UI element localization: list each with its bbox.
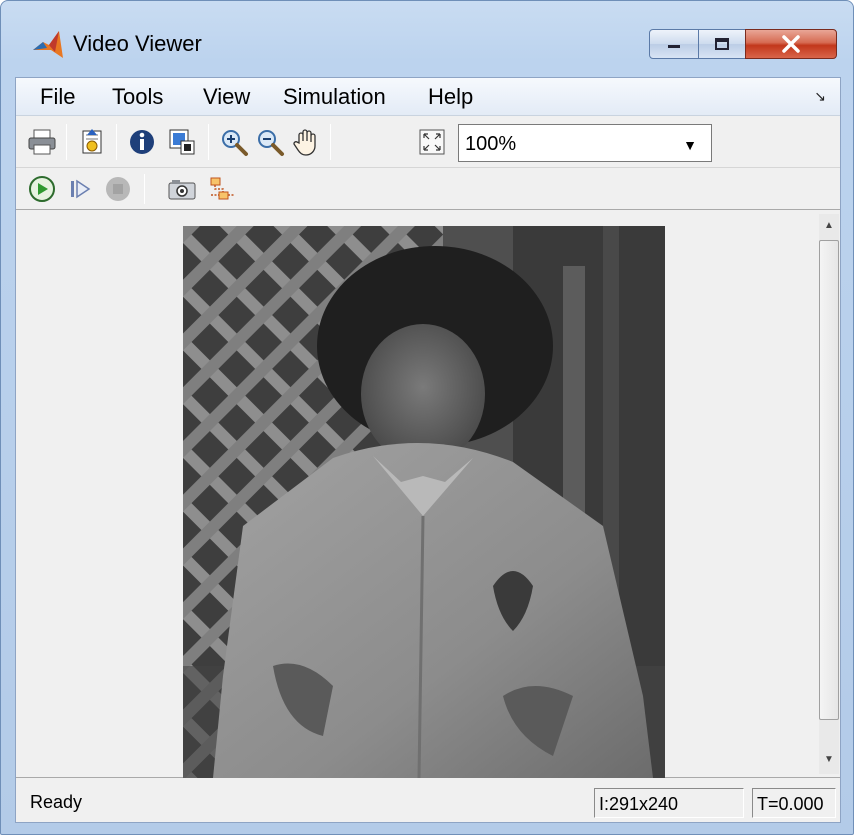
highlight-signal-button[interactable] — [206, 173, 238, 205]
window-title: Video Viewer — [73, 31, 202, 56]
minimize-icon — [668, 45, 680, 48]
status-text: Ready — [30, 792, 83, 812]
export-to-image-tool-icon — [82, 129, 102, 154]
menu-overflow-arrow-icon[interactable]: ↘ — [814, 88, 826, 105]
menu-file[interactable]: File — [36, 82, 79, 112]
start-simulation-icon — [29, 176, 55, 202]
maximize-icon — [715, 38, 729, 50]
zoom-out-button[interactable] — [254, 126, 286, 158]
stop-icon — [106, 177, 130, 201]
toolbar-separator — [208, 124, 209, 160]
image-size-field: I:291x240 — [594, 788, 744, 818]
maximize-button[interactable] — [698, 29, 746, 59]
pan-hand-icon — [293, 129, 316, 156]
zoom-out-icon — [258, 130, 284, 156]
video-frame-image[interactable] — [183, 226, 665, 778]
toolbar-separator — [116, 124, 117, 160]
toolbar-separator — [66, 124, 67, 160]
menu-bar: File Tools View Simulation Help ↘ — [16, 78, 840, 116]
menu-simulation[interactable]: Simulation — [279, 82, 390, 112]
toolbar-separator — [144, 174, 145, 204]
export-button[interactable] — [76, 126, 108, 158]
menu-tools[interactable]: Tools — [108, 82, 167, 112]
zoom-in-button[interactable] — [218, 126, 250, 158]
scroll-down-arrow-icon[interactable]: ▼ — [820, 750, 838, 768]
step-forward-icon — [71, 179, 91, 199]
toolbar-separator — [330, 124, 331, 160]
fit-to-view-button[interactable] — [416, 126, 448, 158]
pixel-region-button[interactable] — [166, 126, 198, 158]
step-forward-button[interactable] — [64, 173, 96, 205]
start-simulation-button[interactable] — [26, 173, 58, 205]
video-information-button[interactable] — [126, 126, 158, 158]
menu-view[interactable]: View — [199, 82, 254, 112]
zoom-in-icon — [222, 130, 248, 156]
main-toolbar: 100% ▼ — [16, 116, 840, 168]
video-information-icon — [130, 130, 154, 154]
video-frame-picture — [183, 226, 665, 778]
scroll-up-arrow-icon[interactable]: ▲ — [820, 216, 838, 234]
print-button[interactable] — [26, 126, 58, 158]
close-button[interactable] — [745, 29, 837, 59]
print-icon — [28, 129, 56, 155]
vertical-scrollbar[interactable]: ▲ ▼ — [819, 214, 839, 774]
stop-button[interactable] — [102, 173, 134, 205]
status-bar: Ready I:291x240 T=0.000 — [16, 778, 840, 822]
close-icon — [782, 35, 800, 53]
highlight-simulink-signal-icon — [210, 177, 234, 200]
pixel-region-icon — [169, 129, 195, 155]
video-viewer-window: Video Viewer File Tools View Simulation … — [0, 0, 854, 835]
video-display-area: ▲ ▼ — [16, 210, 840, 778]
snapshot-camera-icon — [168, 180, 196, 200]
title-bar[interactable]: Video Viewer — [1, 1, 853, 77]
scroll-thumb[interactable] — [819, 240, 839, 720]
minimize-button[interactable] — [649, 29, 699, 59]
matlab-icon — [33, 31, 63, 58]
zoom-select[interactable]: 100% ▼ — [458, 124, 712, 162]
fit-to-view-icon — [419, 129, 445, 155]
simulation-toolbar — [16, 168, 840, 210]
snapshot-button[interactable] — [166, 173, 198, 205]
pan-button[interactable] — [290, 126, 322, 158]
chevron-down-icon[interactable]: ▼ — [683, 137, 697, 153]
menu-help[interactable]: Help — [424, 82, 477, 112]
time-field: T=0.000 — [752, 788, 836, 818]
zoom-value: 100% — [465, 133, 517, 155]
client-area: File Tools View Simulation Help ↘ 100% ▼… — [15, 77, 841, 823]
